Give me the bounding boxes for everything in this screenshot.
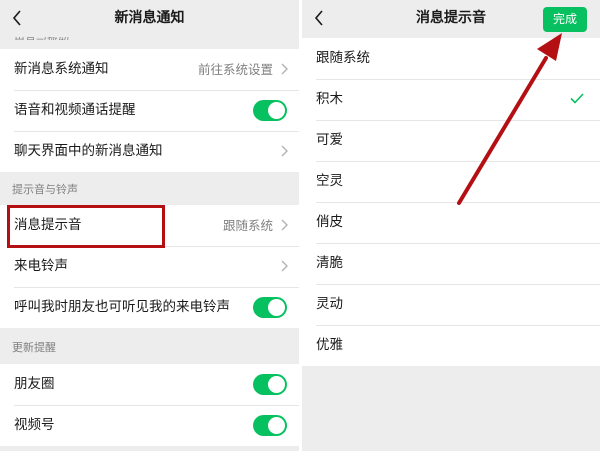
channels-toggle[interactable] (253, 415, 287, 436)
checkmark-icon (570, 93, 584, 104)
sound-option[interactable]: 优雅 (302, 325, 600, 366)
moments-row: 朋友圈 (0, 364, 299, 405)
update-reminder-group: 朋友圈 视频号 (0, 364, 299, 446)
friends-hear-ringtone-label: 呼叫我时朋友也可听见我的来电铃声 (14, 299, 230, 315)
friends-hear-ringtone-row: 呼叫我时朋友也可听见我的来电铃声 (0, 287, 299, 328)
chevron-right-icon (281, 145, 288, 157)
sound-option-label: 积木 (316, 91, 343, 107)
general-notification-group: 新消息系统通知 前往系统设置 语音和视频通话提醒 聊天界面中的新消息通知 (0, 49, 299, 172)
call-reminder-row: 语音和视频通话提醒 (0, 90, 299, 131)
sound-option-label: 优雅 (316, 337, 343, 353)
sound-option[interactable]: 可爱 (302, 120, 600, 161)
call-reminder-toggle[interactable] (253, 100, 287, 121)
sound-option[interactable]: 清脆 (302, 243, 600, 284)
sound-option-label: 俏皮 (316, 214, 343, 230)
sound-option-label: 跟随系统 (316, 50, 370, 66)
highlight-annotation-box (7, 205, 165, 248)
channels-label: 视频号 (14, 417, 55, 433)
chevron-right-icon (281, 260, 288, 272)
toggle-knob (268, 417, 285, 434)
toggle-knob (268, 102, 285, 119)
ringtone-row[interactable]: 来电铃声 (0, 246, 299, 287)
sound-options-list: 跟随系统 积木 可爱 空灵 俏皮 清脆 灵动 优雅 (302, 38, 600, 366)
update-reminder-section-header: 更新提醒 (12, 341, 56, 354)
sound-option[interactable]: 跟随系统 (302, 38, 600, 79)
sound-option-label: 空灵 (316, 173, 343, 189)
sound-option[interactable]: 空灵 (302, 161, 600, 202)
notification-settings-screen: 声音与振动 新消息通知 新消息系统通知 前往系统设置 语音和视频通话提醒 聊天界… (0, 0, 299, 451)
message-sound-screen: 消息提示音 完成 跟随系统 积木 可爱 空灵 俏皮 清脆 灵动 优雅 (302, 0, 600, 451)
system-notification-row[interactable]: 新消息系统通知 前往系统设置 (0, 49, 299, 90)
friends-hear-ringtone-toggle[interactable] (253, 297, 287, 318)
chevron-right-icon (281, 63, 288, 75)
moments-toggle[interactable] (253, 374, 287, 395)
sound-option-label: 灵动 (316, 296, 343, 312)
sound-option[interactable]: 灵动 (302, 284, 600, 325)
chat-notification-row[interactable]: 聊天界面中的新消息通知 (0, 131, 299, 172)
sound-option-label: 可爱 (316, 132, 343, 148)
chevron-right-icon (281, 219, 288, 231)
sound-option[interactable]: 俏皮 (302, 202, 600, 243)
navigation-bar: 新消息通知 (0, 0, 299, 37)
navigation-bar: 消息提示音 完成 (302, 0, 600, 37)
system-notification-label: 新消息系统通知 (14, 61, 109, 77)
sound-option-selected[interactable]: 积木 (302, 79, 600, 120)
sound-ringtone-section-header: 提示音与铃声 (12, 183, 78, 196)
channels-row: 视频号 (0, 405, 299, 446)
system-notification-value: 前往系统设置 (197, 62, 273, 77)
sound-option-label: 清脆 (316, 255, 343, 271)
toggle-knob (268, 299, 285, 316)
chat-notification-label: 聊天界面中的新消息通知 (14, 143, 163, 159)
page-title: 新消息通知 (114, 10, 185, 26)
toggle-knob (268, 376, 285, 393)
done-button[interactable]: 完成 (543, 7, 587, 32)
moments-label: 朋友圈 (14, 376, 55, 392)
message-sound-value: 跟随系统 (222, 218, 273, 233)
call-reminder-label: 语音和视频通话提醒 (14, 102, 136, 118)
ringtone-label: 来电铃声 (14, 258, 68, 274)
